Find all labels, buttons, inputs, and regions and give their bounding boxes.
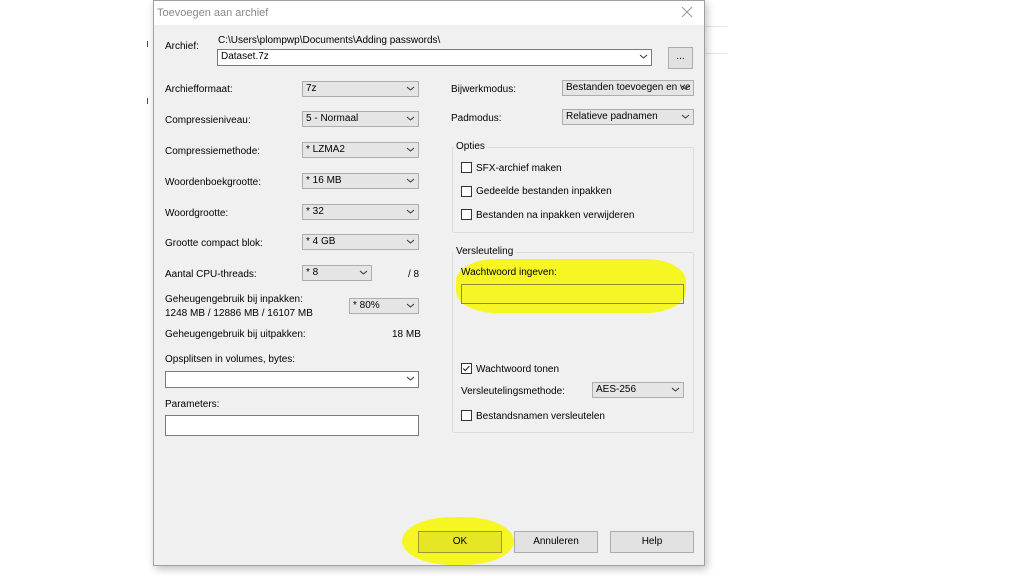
close-icon[interactable] — [678, 3, 696, 21]
chevron-down-icon — [639, 54, 648, 59]
archive-name-value: Dataset.7z — [221, 51, 269, 62]
background-divider — [705, 53, 727, 54]
parameters-label: Parameters: — [165, 399, 220, 410]
level-select[interactable]: 5 - Normaal — [302, 111, 419, 127]
path-mode-value: Relatieve padnamen — [566, 111, 658, 122]
mem-unpack-value: 18 MB — [392, 329, 421, 340]
chevron-down-icon — [671, 387, 680, 392]
solid-block-select[interactable]: * 4 GB — [302, 234, 419, 250]
word-size-value: * 32 — [306, 206, 324, 217]
options-title: Opties — [454, 141, 487, 152]
path-mode-select[interactable]: Relatieve padnamen — [562, 109, 694, 125]
update-mode-label: Bijwerkmodus: — [451, 84, 517, 95]
solid-block-label: Grootte compact blok: — [165, 238, 263, 249]
word-size-label: Woordgrootte: — [165, 208, 229, 219]
method-value: * LZMA2 — [306, 144, 345, 155]
update-mode-select[interactable]: Bestanden toevoegen en ve — [562, 80, 694, 96]
help-button[interactable]: Help — [610, 531, 694, 553]
checkmark-icon — [462, 365, 470, 372]
cpu-threads-label: Aantal CPU-threads: — [165, 269, 257, 280]
shared-files-label: Gedeelde bestanden inpakken — [476, 186, 612, 197]
encryption-method-select[interactable]: AES-256 — [592, 382, 684, 398]
cpu-threads-value: * 8 — [306, 267, 319, 278]
delete-after-label: Bestanden na inpakken verwijderen — [476, 210, 635, 221]
method-select[interactable]: * LZMA2 — [302, 142, 419, 158]
delete-after-checkbox[interactable] — [461, 209, 472, 220]
chevron-down-icon — [406, 178, 415, 183]
mem-pack-label: Geheugengebruik bij inpakken: — [165, 294, 303, 305]
mem-unpack-label: Geheugengebruik bij uitpakken: — [165, 329, 306, 340]
password-input[interactable] — [461, 284, 684, 304]
cancel-button[interactable]: Annuleren — [514, 531, 598, 553]
password-label: Wachtwoord ingeven: — [461, 267, 557, 278]
encrypt-filenames-checkbox[interactable] — [461, 410, 472, 421]
mem-pack-value: * 80% — [353, 300, 380, 311]
parameters-input[interactable] — [165, 415, 419, 436]
dialog-title: Toevoegen aan archief — [157, 7, 269, 19]
dictionary-select[interactable]: * 16 MB — [302, 173, 419, 189]
sfx-label: SFX-archief maken — [476, 163, 562, 174]
background-text-fragment: ı — [146, 95, 150, 107]
chevron-down-icon — [406, 303, 415, 308]
chevron-down-icon — [406, 147, 415, 152]
archive-label: Archief: — [165, 41, 199, 52]
chevron-down-icon — [406, 116, 415, 121]
background-divider — [705, 26, 727, 27]
browse-button[interactable]: ... — [668, 47, 693, 69]
encryption-method-value: AES-256 — [596, 384, 637, 395]
encryption-method-label: Versleutelingsmethode: — [461, 386, 565, 397]
mem-pack-detail: 1248 MB / 12886 MB / 16107 MB — [165, 308, 313, 319]
show-password-checkbox[interactable] — [461, 363, 472, 374]
title-bar: Toevoegen aan archief — [154, 1, 704, 25]
format-select[interactable]: 7z — [302, 81, 419, 97]
update-mode-value: Bestanden toevoegen en ve — [566, 82, 691, 93]
split-volumes-combobox[interactable] — [165, 371, 419, 388]
chevron-down-icon — [406, 86, 415, 91]
archive-path: C:\Users\plompwp\Documents\Adding passwo… — [218, 35, 441, 46]
chevron-down-icon — [406, 209, 415, 214]
encryption-title: Versleuteling — [454, 246, 516, 257]
level-label: Compressieniveau: — [165, 115, 251, 126]
solid-block-value: * 4 GB — [306, 236, 336, 247]
dictionary-value: * 16 MB — [306, 175, 342, 186]
background-text-fragment: ı — [146, 38, 150, 50]
dictionary-label: Woordenboekgrootte: — [165, 177, 261, 188]
chevron-down-icon — [406, 376, 415, 381]
chevron-down-icon — [681, 114, 690, 119]
chevron-down-icon — [681, 85, 690, 90]
sfx-checkbox[interactable] — [461, 162, 472, 173]
method-label: Compressiemethode: — [165, 146, 261, 157]
word-size-select[interactable]: * 32 — [302, 204, 419, 220]
ok-button[interactable]: OK — [418, 531, 502, 553]
chevron-down-icon — [359, 270, 368, 275]
level-value: 5 - Normaal — [306, 113, 359, 124]
chevron-down-icon — [406, 239, 415, 244]
archive-name-combobox[interactable]: Dataset.7z — [217, 49, 652, 66]
format-value: 7z — [306, 83, 317, 94]
shared-files-checkbox[interactable] — [461, 186, 472, 197]
mem-pack-select[interactable]: * 80% — [349, 298, 419, 314]
split-volumes-label: Opsplitsen in volumes, bytes: — [165, 354, 296, 365]
path-mode-label: Padmodus: — [451, 113, 502, 124]
encrypt-filenames-label: Bestandsnamen versleutelen — [476, 411, 605, 422]
cpu-threads-select[interactable]: * 8 — [302, 265, 372, 281]
add-to-archive-dialog: Toevoegen aan archief Archief: C:\Users\… — [153, 0, 705, 566]
cpu-threads-max: / 8 — [408, 269, 420, 280]
show-password-label: Wachtwoord tonen — [476, 364, 560, 375]
format-label: Archiefformaat: — [165, 84, 233, 95]
